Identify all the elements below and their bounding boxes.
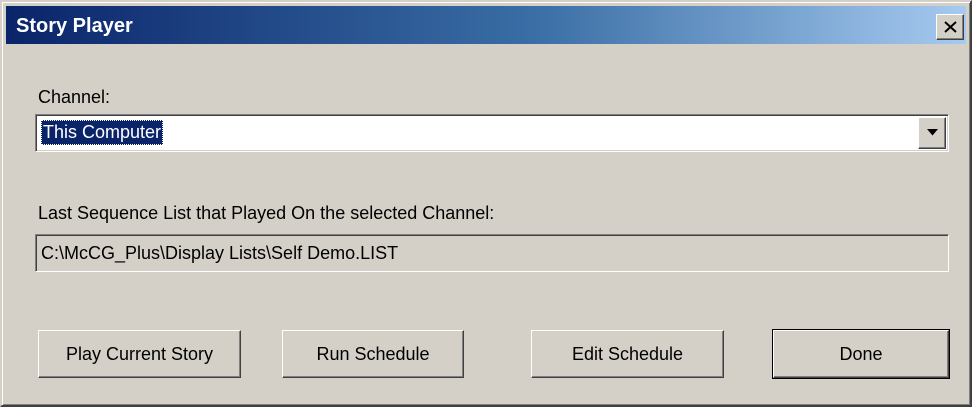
edit-schedule-button[interactable]: Edit Schedule (531, 330, 724, 378)
close-icon (944, 21, 957, 33)
channel-label: Channel: (38, 87, 111, 107)
channel-dropdown[interactable]: This Computer (35, 114, 949, 152)
close-button[interactable] (936, 14, 964, 40)
title-bar[interactable]: Story Player (6, 6, 966, 44)
channel-selected-value: This Computer (41, 120, 164, 145)
done-button[interactable]: Done (772, 329, 950, 379)
window-title: Story Player (16, 15, 133, 37)
chevron-down-icon (927, 129, 938, 136)
play-current-story-button[interactable]: Play Current Story (38, 330, 241, 378)
story-player-dialog: Story Player Channel: This Computer Last… (0, 0, 972, 407)
last-sequence-value: C:\McCG_Plus\Display Lists\Self Demo.LIS… (41, 243, 399, 263)
run-schedule-button[interactable]: Run Schedule (282, 330, 464, 378)
channel-dropdown-button[interactable] (918, 117, 946, 149)
last-sequence-field[interactable]: C:\McCG_Plus\Display Lists\Self Demo.LIS… (35, 234, 949, 272)
last-sequence-label: Last Sequence List that Played On the se… (38, 203, 495, 223)
